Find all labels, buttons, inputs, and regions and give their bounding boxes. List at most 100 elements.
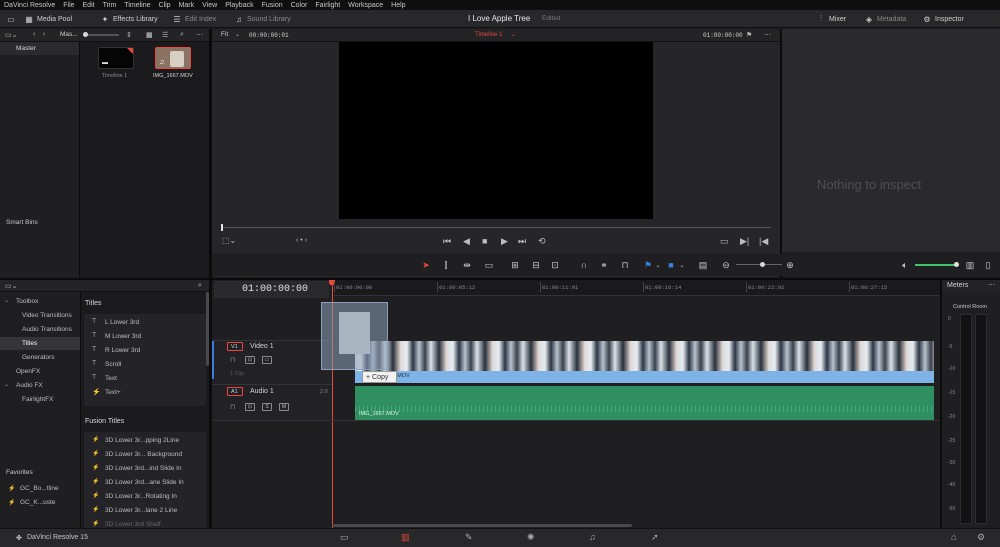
settings-gear-icon[interactable]: ⚙ xyxy=(977,532,985,543)
menu-item[interactable]: Timeline xyxy=(124,2,150,9)
menu-item[interactable]: Fairlight xyxy=(315,2,340,9)
dynamic-trim-icon[interactable]: ⇹ xyxy=(461,259,473,271)
zoom-slider[interactable] xyxy=(736,264,782,265)
effects-tree-item[interactable]: ⌄ Toolbox xyxy=(0,295,80,308)
color-page-icon[interactable]: ✺ xyxy=(527,532,535,543)
menu-item[interactable]: Workspace xyxy=(348,2,383,9)
list-view-icon[interactable]: ☰ xyxy=(162,31,168,39)
search-icon[interactable]: ⌕ xyxy=(180,31,184,39)
solo-button[interactable]: S xyxy=(262,403,272,411)
timeline-timecode-box[interactable]: 01:00:00:00 xyxy=(214,281,329,298)
source-timecode[interactable]: 00:00:00:01 xyxy=(249,32,289,39)
blade-tool-icon[interactable]: ▭ xyxy=(483,259,495,271)
thumbnail-size-slider[interactable] xyxy=(83,32,119,37)
linked-selection-icon[interactable]: ⚭ xyxy=(598,259,610,271)
deliver-page-icon[interactable]: ➚ xyxy=(651,532,659,543)
menu-item[interactable]: Fusion xyxy=(262,2,283,9)
track-name[interactable]: Audio 1 xyxy=(250,388,274,395)
media-page-icon[interactable]: ▭ xyxy=(340,532,349,543)
zoom-in-icon[interactable]: ⊕ xyxy=(784,259,796,271)
back-icon[interactable]: ‹ xyxy=(33,31,35,38)
title-item[interactable]: L Lower 3rd xyxy=(105,319,139,326)
bin-master[interactable]: Master xyxy=(0,42,79,55)
loop-icon[interactable]: ⟲ xyxy=(538,236,546,247)
track-enable-icon[interactable]: ▭ xyxy=(262,356,272,364)
selection-tool-icon[interactable]: ➤ xyxy=(420,259,432,271)
effects-tree-item[interactable]: Titles xyxy=(0,337,80,350)
fusion-title-item[interactable]: 3D Lower 3rd...ane Slide In xyxy=(105,479,184,486)
zoom-out-icon[interactable]: ⊖ xyxy=(720,259,732,271)
volume-slider-handle[interactable] xyxy=(954,262,959,267)
edit-index-button[interactable]: ☰ Edit Index xyxy=(172,13,216,25)
fusion-title-item[interactable]: 3D Lower 3rd...ind Slide In xyxy=(105,465,182,472)
fusion-title-item[interactable]: 3D Lower 3rd Shelf xyxy=(105,521,161,528)
edit-page-icon[interactable]: ▥ xyxy=(401,532,410,543)
metadata-button[interactable]: ◈ Metadata xyxy=(864,13,906,25)
next-edit-icon[interactable]: ▶| xyxy=(740,236,749,247)
audio-clip[interactable]: IMG_1667.MOV xyxy=(355,386,934,420)
overwrite-clip-icon[interactable]: ⊟ xyxy=(530,259,542,271)
layout-toggle-icon[interactable]: ▭⌄ xyxy=(5,282,17,290)
video-clip-bar[interactable]: IMG_1667.MOV xyxy=(355,371,934,383)
more-options-icon[interactable]: ⋯ xyxy=(988,281,995,289)
prev-edit-icon[interactable]: |◀ xyxy=(759,236,768,247)
video-preview[interactable] xyxy=(339,42,653,219)
zoom-dropdown[interactable]: Fit xyxy=(221,31,228,38)
color-picker-icon[interactable]: ⚑ xyxy=(746,31,752,39)
track-id-badge[interactable]: V1 xyxy=(227,342,243,351)
jog-control-icon[interactable]: ‹ • › xyxy=(296,237,307,244)
forward-icon[interactable]: › xyxy=(43,31,45,38)
replace-clip-icon[interactable]: ⊡ xyxy=(549,259,561,271)
fusion-page-icon[interactable]: ✎ xyxy=(465,532,473,543)
match-frame-icon[interactable]: ▭ xyxy=(720,236,729,247)
insert-clip-icon[interactable]: ⊞ xyxy=(509,259,521,271)
mute-button[interactable]: M xyxy=(279,403,289,411)
effects-tree-item[interactable]: Audio Transitions xyxy=(0,323,80,336)
lock-icon[interactable]: ⊓ xyxy=(230,403,235,411)
trim-tool-icon[interactable]: ⫿ xyxy=(440,259,452,271)
slider-handle[interactable] xyxy=(83,32,88,37)
effects-tree-item[interactable]: OpenFX xyxy=(0,365,80,378)
play-reverse-icon[interactable]: ◀ xyxy=(463,236,470,247)
fusion-title-item[interactable]: 3D Lower 3r...pping 2Line xyxy=(105,437,179,444)
menu-item[interactable]: Trim xyxy=(103,2,117,9)
video-clip-filmstrip[interactable] xyxy=(355,341,934,371)
grid-view-icon[interactable]: ▦ xyxy=(146,31,153,39)
record-timecode[interactable]: 01:00:00:00 xyxy=(703,32,743,39)
inspector-button[interactable]: ⚙ Inspector xyxy=(922,13,963,25)
stop-icon[interactable]: ■ xyxy=(482,236,487,246)
sound-library-button[interactable]: ♫ Sound Library xyxy=(234,13,291,25)
timeline-name-dropdown[interactable]: Timeline 1 xyxy=(475,32,502,38)
title-item[interactable]: M Lower 3rd xyxy=(105,333,141,340)
favorite-item[interactable]: GC_K...uste xyxy=(20,499,55,506)
menu-item[interactable]: Help xyxy=(391,2,405,9)
track-name[interactable]: Video 1 xyxy=(250,343,274,350)
more-options-icon[interactable]: ⋯ xyxy=(764,31,771,39)
snapping-icon[interactable]: ∩ xyxy=(578,259,590,271)
scrubber-track[interactable] xyxy=(222,227,771,228)
title-item[interactable]: R Lower 3rd xyxy=(105,347,140,354)
chevron-down-icon[interactable]: ⌄ xyxy=(676,259,688,271)
fusion-title-item[interactable]: 3D Lower 3r...lane 2 Line xyxy=(105,507,177,514)
title-item[interactable]: Scroll xyxy=(105,361,121,368)
audio-meter-icon[interactable]: ▥ xyxy=(964,259,976,271)
zoom-full-icon[interactable]: ▤ xyxy=(697,259,709,271)
home-icon[interactable]: ⌂ xyxy=(951,532,956,542)
play-icon[interactable]: ▶ xyxy=(501,236,508,247)
chevron-down-icon[interactable]: ⌄ xyxy=(652,259,664,271)
app-menu[interactable]: DaVinci Resolve xyxy=(4,2,55,9)
effects-tree-item[interactable]: ⌄ Audio FX xyxy=(0,379,80,392)
fusion-title-item[interactable]: 3D Lower 3r... Background xyxy=(105,451,182,458)
smart-bins-label[interactable]: Smart Bins xyxy=(6,219,38,226)
fairlight-page-icon[interactable]: ♫ xyxy=(589,532,596,542)
media-pool-button[interactable]: ▦ Media Pool xyxy=(24,13,72,25)
effects-tree-item[interactable]: Generators xyxy=(0,351,80,364)
mixer-button[interactable]: ⫶ Mixer xyxy=(816,13,846,25)
search-icon[interactable]: ⌕ xyxy=(198,282,202,290)
scrubber-playhead[interactable] xyxy=(221,224,223,231)
clip-thumbnail[interactable]: ♫ xyxy=(155,47,191,69)
effects-tree-item[interactable]: Video Transitions xyxy=(0,309,80,322)
bin-dropdown[interactable]: Mas... xyxy=(60,31,78,38)
speaker-icon[interactable]: 🔈︎ xyxy=(899,259,911,271)
position-lock-icon[interactable]: ⊓ xyxy=(619,259,631,271)
